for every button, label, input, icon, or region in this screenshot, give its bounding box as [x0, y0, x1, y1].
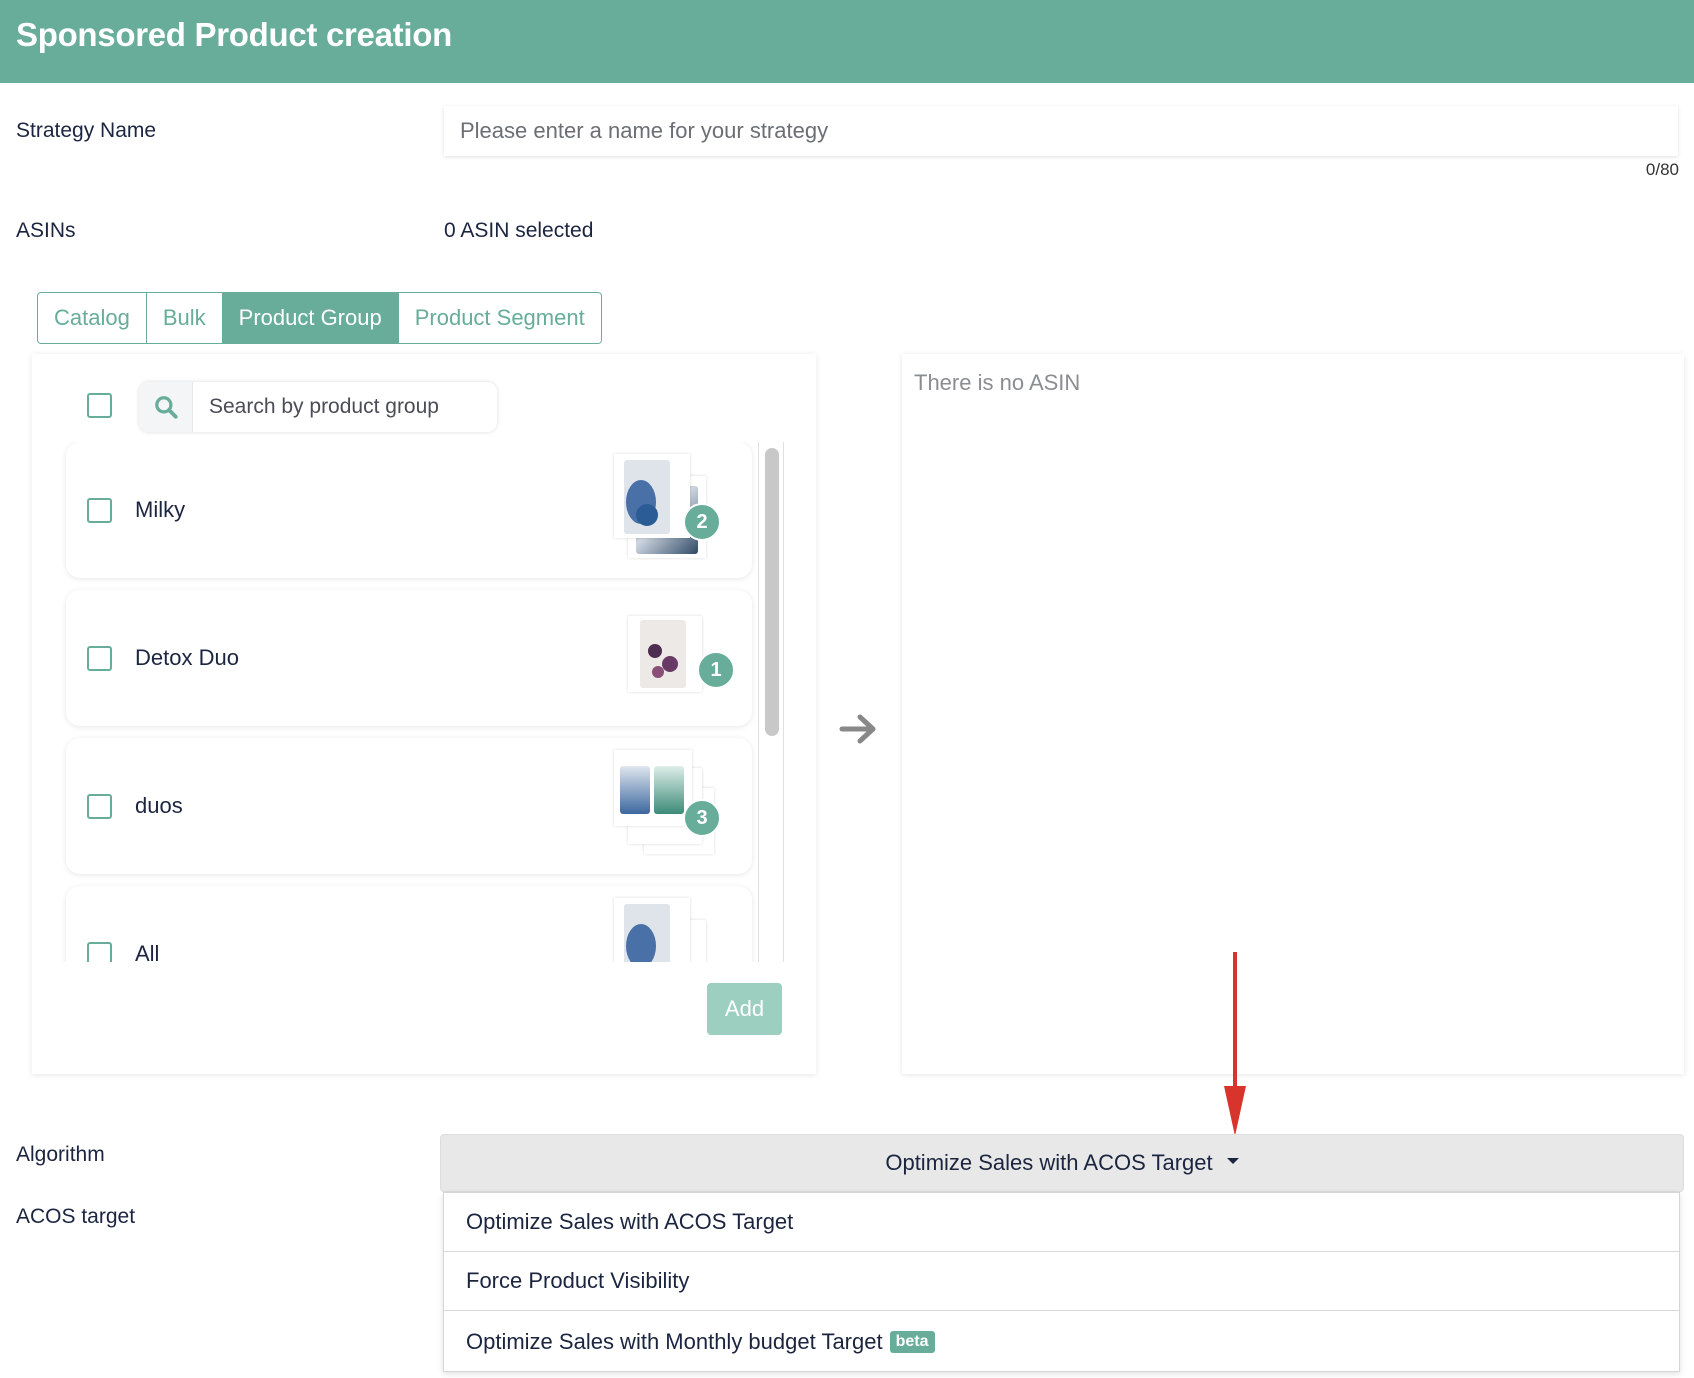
- group-name: duos: [135, 793, 183, 818]
- product-thumbnail: [614, 898, 690, 962]
- list-item[interactable]: All: [66, 886, 752, 962]
- asin-selected-count: 0 ASIN selected: [444, 219, 594, 242]
- product-group-panel: Milky 2 Detox Duo 1: [32, 354, 816, 1074]
- group-list: Milky 2 Detox Duo 1 duos 3 All: [62, 442, 792, 962]
- selected-asin-panel: There is no ASIN: [902, 354, 1684, 1074]
- list-item[interactable]: duos 3: [66, 738, 752, 874]
- group-name: Milky: [135, 497, 186, 522]
- group-checkbox[interactable]: [87, 794, 112, 819]
- group-checkbox[interactable]: [87, 942, 112, 962]
- acos-target-label: ACOS target: [16, 1205, 136, 1228]
- annotation-arrow-icon: [1224, 952, 1246, 1136]
- empty-asin-message: There is no ASIN: [914, 370, 1081, 395]
- algorithm-dropdown[interactable]: Optimize Sales with ACOS Target: [440, 1134, 1684, 1192]
- option-label: Force Product Visibility: [466, 1268, 690, 1293]
- strategy-name-input[interactable]: [444, 106, 1678, 156]
- page-header: Sponsored Product creation: [0, 0, 1694, 83]
- page-title: Sponsored Product creation: [16, 16, 452, 53]
- list-item[interactable]: Milky 2: [66, 442, 752, 578]
- character-counter: 0/80: [1645, 160, 1679, 179]
- product-thumbnail: [614, 750, 692, 826]
- asin-source-tabs: Catalog Bulk Product Group Product Segme…: [37, 292, 602, 344]
- tab-bulk[interactable]: Bulk: [146, 293, 223, 343]
- asins-label: ASINs: [16, 219, 76, 242]
- option-force-visibility[interactable]: Force Product Visibility: [444, 1252, 1679, 1311]
- tab-product-segment[interactable]: Product Segment: [398, 293, 601, 343]
- algorithm-label: Algorithm: [16, 1143, 105, 1166]
- group-search-input[interactable]: [193, 382, 497, 432]
- product-thumbnail: [614, 454, 690, 538]
- group-list-scrollbar[interactable]: [758, 442, 784, 962]
- algorithm-selected-value: Optimize Sales with ACOS Target: [885, 1150, 1213, 1175]
- option-label: Optimize Sales with ACOS Target: [466, 1209, 794, 1234]
- group-checkbox[interactable]: [87, 646, 112, 671]
- group-name: Detox Duo: [135, 645, 239, 670]
- product-thumbnail: [628, 616, 702, 692]
- select-all-checkbox[interactable]: [87, 393, 112, 418]
- add-button[interactable]: Add: [707, 983, 782, 1035]
- option-optimize-acos[interactable]: Optimize Sales with ACOS Target: [444, 1193, 1679, 1252]
- strategy-name-label: Strategy Name: [16, 119, 157, 142]
- scrollbar-thumb[interactable]: [765, 448, 779, 736]
- option-monthly-budget[interactable]: Optimize Sales with Monthly budget Targe…: [444, 1311, 1679, 1372]
- option-label: Optimize Sales with Monthly budget Targe…: [466, 1328, 883, 1354]
- caret-down-icon: [1226, 1158, 1239, 1164]
- group-checkbox[interactable]: [87, 498, 112, 523]
- product-count-badge: 1: [697, 651, 735, 689]
- list-item[interactable]: Detox Duo 1: [66, 590, 752, 726]
- tab-catalog[interactable]: Catalog: [38, 293, 147, 343]
- arrow-right-icon: [839, 714, 876, 744]
- tab-product-group[interactable]: Product Group: [222, 293, 399, 343]
- search-icon: [139, 382, 193, 432]
- beta-badge: beta: [889, 1330, 935, 1353]
- group-name: All: [135, 941, 160, 962]
- group-search-box: [139, 382, 497, 432]
- algorithm-options-menu: Optimize Sales with ACOS Target Force Pr…: [443, 1192, 1680, 1372]
- product-count-badge: 2: [683, 503, 721, 541]
- product-count-badge: 3: [683, 799, 721, 837]
